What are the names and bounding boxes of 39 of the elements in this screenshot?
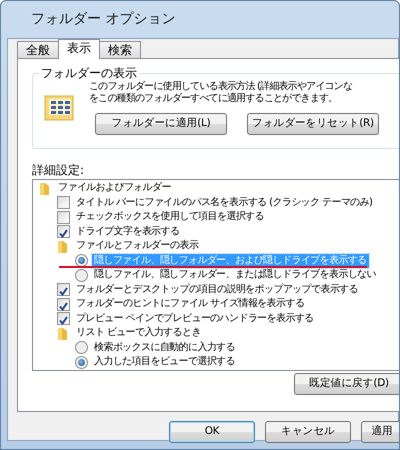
- setting-label[interactable]: リスト ビューで入力するとき: [74, 326, 203, 340]
- setting-label[interactable]: 隠しファイル、隠しフォルダー、または隠しドライブを表示しない: [92, 268, 378, 282]
- group-title: フォルダーの表示: [39, 66, 139, 80]
- dialog-button[interactable]: キャンセル: [265, 421, 351, 443]
- radio-button[interactable]: [75, 341, 88, 354]
- setting-label[interactable]: フォルダーとデスクトップの項目の説明をポップアップで表示する: [74, 282, 360, 297]
- folder-button[interactable]: フォルダーに適用(L): [95, 113, 227, 135]
- checkbox[interactable]: [57, 210, 70, 224]
- setting-label[interactable]: ドライブ文字を表示する: [74, 224, 182, 239]
- setting-label[interactable]: 検索ボックスに自動的に入力する: [92, 340, 238, 355]
- folder-icon: [39, 182, 50, 195]
- restore-defaults-button[interactable]: 既定値に戻す(D): [294, 373, 399, 395]
- folder-button[interactable]: フォルダーをリセット(R): [247, 113, 379, 135]
- radio-button[interactable]: [75, 254, 88, 268]
- checkbox[interactable]: [57, 298, 70, 311]
- setting-label[interactable]: タイトル バーにファイルのパス名を表示する (クラシック テーマのみ): [74, 196, 374, 210]
- checkbox[interactable]: [57, 225, 70, 238]
- setting-label[interactable]: フォルダーのヒントにファイル サイズ情報を表示する: [74, 297, 306, 312]
- setting-label[interactable]: ファイルとフォルダーの表示: [74, 239, 200, 254]
- checkbox[interactable]: [57, 283, 70, 296]
- folder-icon: [57, 326, 68, 340]
- checkbox[interactable]: [57, 196, 70, 210]
- description-text: このフォルダーに使用している表示方法 (詳細表示やアイコンな: [89, 81, 352, 92]
- advanced-settings-label: 詳細設定:: [32, 163, 86, 178]
- setting-label[interactable]: プレビュー ペインでプレビューのハンドラーを表示する: [74, 312, 316, 326]
- radio-button[interactable]: [75, 268, 88, 282]
- tab[interactable]: 表示: [58, 39, 100, 59]
- setting-label[interactable]: ファイルおよびフォルダー: [56, 181, 173, 196]
- radio-button[interactable]: [75, 356, 88, 369]
- tab[interactable]: 検索: [99, 41, 141, 58]
- checkbox[interactable]: [57, 312, 70, 326]
- setting-label[interactable]: チェックボックスを使用して項目を選択する: [74, 210, 266, 224]
- dialog-button[interactable]: 適用: [361, 421, 399, 443]
- description-text: をこの種類のフォルダーすべてに適用することができます。: [89, 93, 338, 105]
- folder-icon: [57, 240, 68, 253]
- tab[interactable]: 全般: [17, 41, 59, 58]
- dialog-button[interactable]: OK: [169, 421, 255, 443]
- setting-label[interactable]: 入力した項目をビューで選択する: [92, 355, 238, 370]
- window-title: フォルダー オプション: [30, 10, 176, 29]
